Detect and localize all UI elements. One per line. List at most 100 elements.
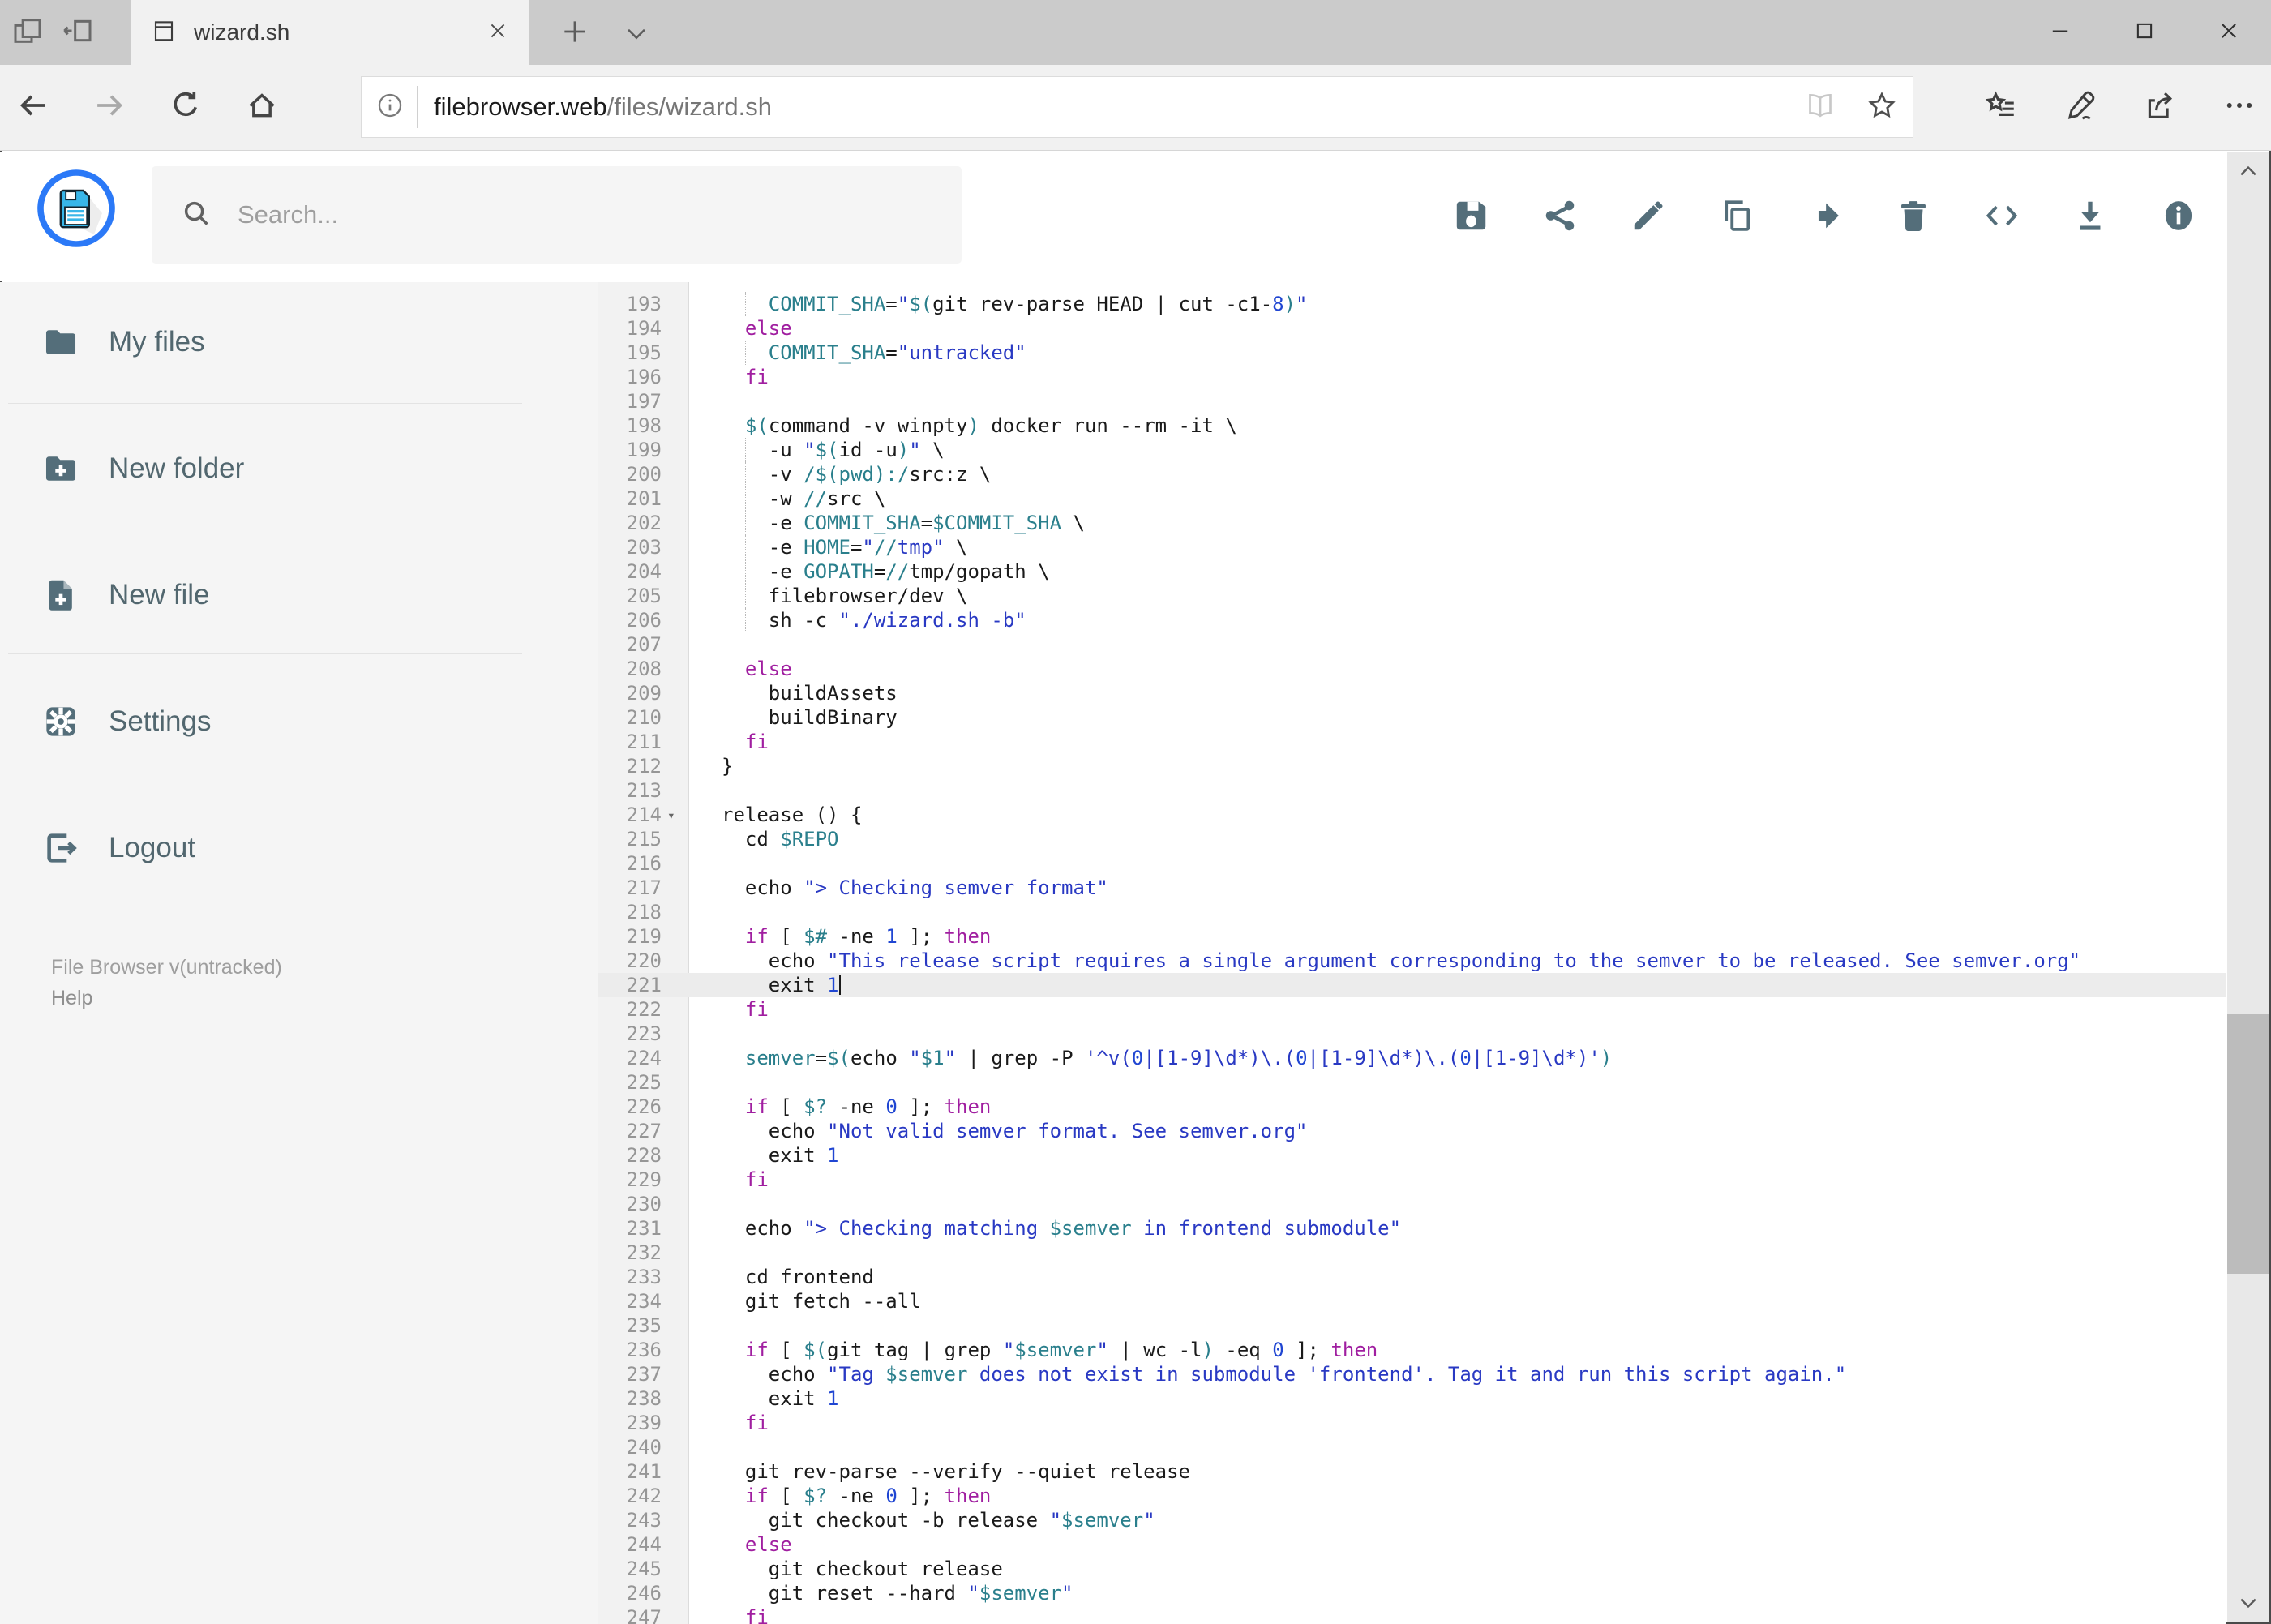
tab-preview-icon[interactable] bbox=[11, 15, 44, 51]
code-icon bbox=[1983, 205, 2020, 237]
code-text: git rev-parse --verify --quiet release bbox=[722, 1460, 1190, 1483]
close-icon bbox=[2218, 20, 2239, 45]
line-number: 233 bbox=[626, 1266, 662, 1288]
reading-view-icon[interactable] bbox=[1804, 89, 1836, 126]
code-line: 206 sh -c "./wizard.sh -b" bbox=[598, 608, 2226, 632]
code-line: 240 bbox=[598, 1435, 2226, 1459]
forward-button[interactable] bbox=[92, 88, 126, 126]
sidebar-item-label: Logout bbox=[109, 832, 196, 863]
new-tab-button[interactable] bbox=[559, 16, 590, 51]
code-line: 232 bbox=[598, 1240, 2226, 1265]
line-number: 214 bbox=[626, 803, 662, 826]
home-button[interactable] bbox=[245, 88, 279, 126]
browser-tab[interactable]: wizard.sh bbox=[131, 0, 529, 65]
code-line: 197 bbox=[598, 389, 2226, 413]
code-button[interactable] bbox=[1983, 197, 2020, 234]
code-text: git fetch --all bbox=[722, 1290, 921, 1313]
back-button[interactable] bbox=[16, 88, 50, 126]
code-text: else bbox=[744, 1533, 792, 1556]
sidebar-item-new-folder[interactable]: New folder bbox=[0, 432, 598, 505]
help-link[interactable]: Help bbox=[51, 983, 92, 1013]
line-number: 216 bbox=[626, 852, 662, 875]
more-dots-icon[interactable] bbox=[2222, 88, 2256, 126]
edit-button[interactable] bbox=[1630, 197, 1667, 234]
tabs-aside-icon[interactable] bbox=[62, 15, 94, 51]
refresh-button[interactable] bbox=[169, 88, 203, 126]
code-line: 241 git rev-parse --verify --quiet relea… bbox=[598, 1459, 2226, 1484]
delete-button[interactable] bbox=[1895, 197, 1932, 234]
info-button[interactable] bbox=[2160, 197, 2197, 234]
code-text: else bbox=[744, 658, 792, 680]
browser-window: wizard.sh filebrowser.web/files/wizard.s… bbox=[0, 0, 2271, 1624]
annotate-pen-icon[interactable] bbox=[2063, 88, 2097, 126]
line-number: 198 bbox=[626, 414, 662, 437]
hub-icon[interactable] bbox=[1984, 88, 2018, 126]
tab-list-chevron-icon[interactable] bbox=[623, 19, 650, 51]
code-text: cd frontend bbox=[722, 1266, 874, 1288]
search-input[interactable] bbox=[236, 199, 932, 230]
line-number: 194 bbox=[626, 317, 662, 340]
line-number: 207 bbox=[626, 633, 662, 656]
code-line: 237 echo "Tag $semver does not exist in … bbox=[598, 1362, 2226, 1386]
code-line: 215 cd $REPO bbox=[598, 827, 2226, 851]
code-text: git checkout release bbox=[722, 1558, 1003, 1580]
code-text: else bbox=[744, 317, 792, 340]
code-line: 218 bbox=[598, 900, 2226, 924]
minimize-button[interactable] bbox=[2018, 0, 2102, 65]
vertical-scrollbar[interactable] bbox=[2227, 152, 2269, 1622]
copy-icon bbox=[1718, 200, 1755, 237]
share-edge-icon[interactable] bbox=[2143, 88, 2177, 126]
line-number: 235 bbox=[626, 1314, 662, 1337]
sidebar-item-logout[interactable]: Logout bbox=[0, 812, 598, 885]
close-button[interactable] bbox=[2187, 0, 2271, 65]
code-text: filebrowser/dev \ bbox=[722, 585, 968, 607]
clipped-line bbox=[598, 282, 2226, 292]
scrollbar-thumb[interactable] bbox=[2227, 1014, 2269, 1274]
url-domain: filebrowser.web bbox=[434, 92, 607, 121]
download-button[interactable] bbox=[2072, 197, 2109, 234]
home-icon bbox=[245, 93, 279, 126]
search-box[interactable] bbox=[152, 166, 962, 264]
code-line: 209 buildAssets bbox=[598, 681, 2226, 705]
code-line: 247 fi bbox=[598, 1605, 2226, 1624]
code-line: 198 $(command -v winpty) docker run --rm… bbox=[598, 413, 2226, 438]
code-text: fi bbox=[744, 731, 769, 753]
info-circle-icon[interactable] bbox=[376, 92, 404, 123]
scroll-down-icon[interactable] bbox=[2227, 1583, 2269, 1622]
line-number: 195 bbox=[626, 341, 662, 364]
share-button[interactable] bbox=[1541, 197, 1579, 234]
line-number: 220 bbox=[626, 949, 662, 972]
address-separator bbox=[417, 86, 418, 128]
copy-button[interactable] bbox=[1718, 197, 1755, 234]
favorite-star-icon[interactable] bbox=[1866, 89, 1898, 126]
code-editor[interactable]: 193 COMMIT_SHA="$(git rev-parse HEAD | c… bbox=[598, 282, 2226, 1624]
sidebar-divider bbox=[8, 653, 522, 654]
tab-close-icon[interactable] bbox=[487, 20, 508, 45]
code-line: 205 filebrowser/dev \ bbox=[598, 584, 2226, 608]
scroll-up-icon[interactable] bbox=[2227, 152, 2269, 191]
line-number: 205 bbox=[626, 585, 662, 607]
address-bar[interactable]: filebrowser.web/files/wizard.sh bbox=[361, 76, 1913, 138]
line-number: 246 bbox=[626, 1582, 662, 1605]
sidebar-item-new-file[interactable]: New file bbox=[0, 559, 598, 632]
line-number: 200 bbox=[626, 463, 662, 486]
code-line: 222 fi bbox=[598, 997, 2226, 1022]
document-page-icon bbox=[152, 19, 176, 47]
code-text: buildAssets bbox=[722, 682, 898, 705]
sidebar-item-my-files[interactable]: My files bbox=[0, 306, 598, 379]
fold-toggle-icon[interactable]: ▾ bbox=[667, 803, 675, 828]
code-text: -v /$(pwd):/src:z \ bbox=[722, 463, 992, 486]
line-number: 219 bbox=[626, 925, 662, 948]
code-text: } bbox=[722, 755, 734, 778]
code-text: $(command -v winpty) docker run --rm -it… bbox=[744, 414, 1237, 437]
sidebar-item-settings[interactable]: Settings bbox=[0, 685, 598, 758]
move-button[interactable] bbox=[1806, 197, 1844, 234]
code-line: 207 bbox=[598, 632, 2226, 657]
maximize-button[interactable] bbox=[2102, 0, 2187, 65]
save-button[interactable] bbox=[1453, 197, 1490, 234]
file-plus-icon bbox=[42, 576, 79, 614]
delete-icon bbox=[1895, 201, 1932, 237]
filebrowser-logo-icon[interactable] bbox=[37, 169, 115, 247]
code-line: 238 exit 1 bbox=[598, 1386, 2226, 1411]
code-text: if [ $# -ne 1 ]; then bbox=[744, 925, 992, 948]
